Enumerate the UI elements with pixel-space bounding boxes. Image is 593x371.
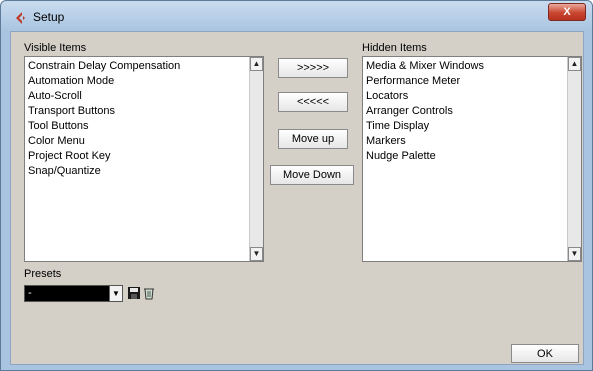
list-item[interactable]: Time Display: [366, 119, 484, 134]
hidden-items-list[interactable]: Media & Mixer Windows Performance Meter …: [362, 56, 582, 262]
ok-button[interactable]: OK: [511, 344, 579, 363]
visible-items-scrollbar[interactable]: ▲ ▼: [249, 57, 263, 261]
list-item[interactable]: Transport Buttons: [28, 104, 180, 119]
move-to-visible-button[interactable]: <<<<<: [278, 92, 348, 112]
move-up-button[interactable]: Move up: [278, 129, 348, 149]
list-item[interactable]: Constrain Delay Compensation: [28, 59, 180, 74]
visible-items-label: Visible Items: [24, 42, 87, 54]
list-item[interactable]: Tool Buttons: [28, 119, 180, 134]
list-item[interactable]: Snap/Quantize: [28, 164, 180, 179]
scroll-up-icon[interactable]: ▲: [250, 57, 263, 71]
presets-dropdown[interactable]: - ▼: [24, 285, 123, 302]
visible-items-list[interactable]: Constrain Delay Compensation Automation …: [24, 56, 264, 262]
dialog-body: Visible Items Constrain Delay Compensati…: [10, 31, 584, 365]
list-item[interactable]: Arranger Controls: [366, 104, 484, 119]
close-button[interactable]: X: [548, 3, 586, 21]
scroll-down-icon[interactable]: ▼: [250, 247, 263, 261]
move-to-hidden-button[interactable]: >>>>>: [278, 58, 348, 78]
list-item[interactable]: Markers: [366, 134, 484, 149]
list-item[interactable]: Auto-Scroll: [28, 89, 180, 104]
list-item[interactable]: Performance Meter: [366, 74, 484, 89]
list-item[interactable]: Project Root Key: [28, 149, 180, 164]
move-down-button[interactable]: Move Down: [270, 165, 354, 185]
setup-window: Setup X Visible Items Constrain Delay Co…: [0, 0, 593, 371]
hidden-items-label: Hidden Items: [362, 42, 427, 54]
list-item[interactable]: Media & Mixer Windows: [366, 59, 484, 74]
list-item[interactable]: Color Menu: [28, 134, 180, 149]
title-bar[interactable]: Setup X: [1, 1, 592, 31]
scroll-down-icon[interactable]: ▼: [568, 247, 581, 261]
save-icon[interactable]: [127, 286, 141, 300]
list-item[interactable]: Nudge Palette: [366, 149, 484, 164]
cubase-logo-icon: [16, 12, 25, 24]
scroll-up-icon[interactable]: ▲: [568, 57, 581, 71]
chevron-down-icon[interactable]: ▼: [109, 286, 122, 301]
list-item[interactable]: Locators: [366, 89, 484, 104]
window-title: Setup: [33, 10, 65, 24]
trash-icon[interactable]: [142, 286, 156, 300]
hidden-items-scrollbar[interactable]: ▲ ▼: [567, 57, 581, 261]
presets-label: Presets: [24, 268, 62, 280]
presets-selected-value: -: [28, 287, 32, 299]
list-item[interactable]: Automation Mode: [28, 74, 180, 89]
